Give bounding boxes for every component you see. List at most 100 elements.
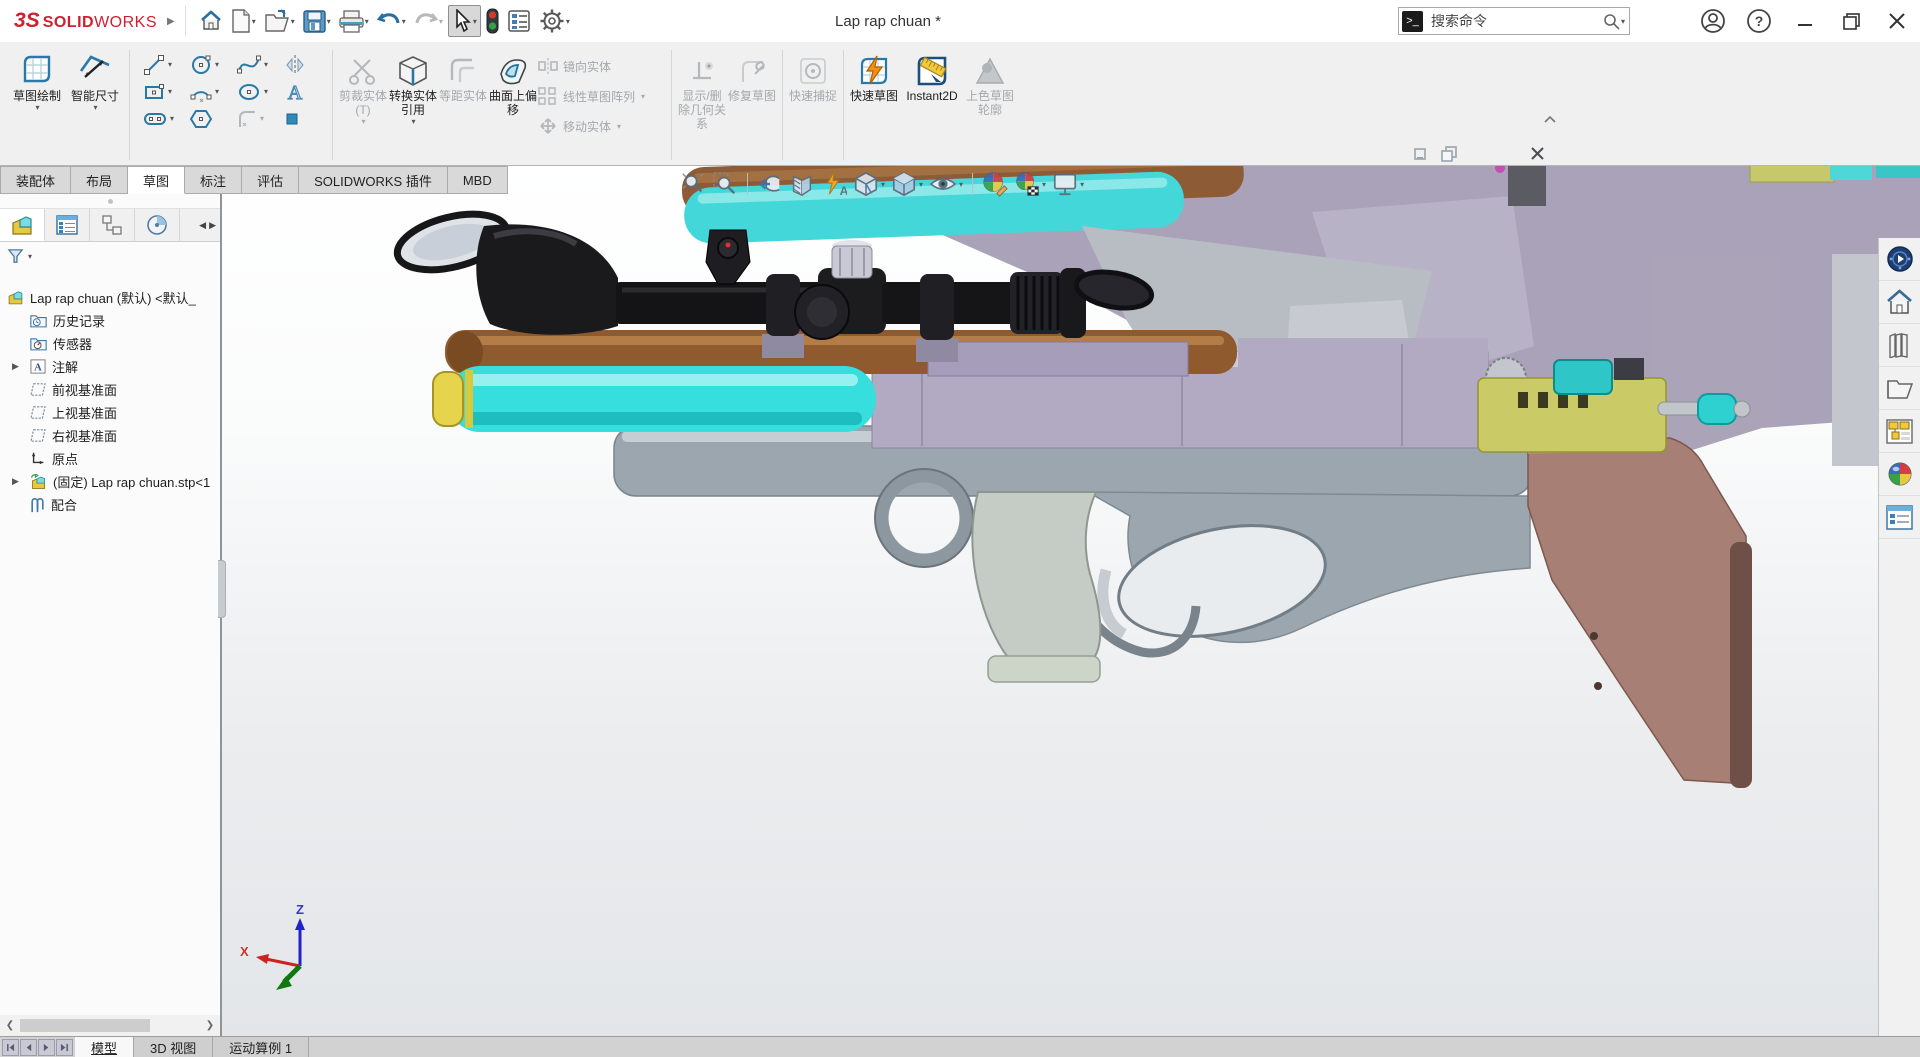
zoom-to-fit-button[interactable]	[680, 171, 706, 197]
doc-restore-icon[interactable]	[1441, 146, 1457, 162]
expand-arrow-icon[interactable]: ▶	[12, 476, 19, 487]
hide-show-items-button[interactable]: ▾	[929, 171, 963, 197]
scrollbar-thumb[interactable]	[20, 1019, 150, 1032]
rifle-chassis[interactable]	[613, 425, 1533, 683]
ellipse-tool[interactable]: ▾	[231, 82, 278, 102]
tree-item-history[interactable]: 历史记录	[0, 309, 220, 332]
offset-entities-button[interactable]: 等距实体	[438, 45, 488, 165]
filter-dropdown[interactable]: ▾	[28, 252, 32, 261]
convert-entities-button[interactable]: 转换实体引用 ▾	[388, 45, 438, 165]
document-close-control[interactable]	[1530, 146, 1545, 161]
mirror-sketch-tool[interactable]	[278, 54, 325, 76]
edit-appearance-button[interactable]	[982, 171, 1008, 197]
open-document-button[interactable]: ▾	[261, 4, 298, 38]
tab-model[interactable]: 模型	[75, 1037, 135, 1057]
next-tab-button[interactable]	[38, 1038, 55, 1056]
ribbon-collapse-icon[interactable]	[1544, 115, 1556, 123]
instant2d-button[interactable]: Instant2D	[899, 45, 965, 165]
tab-annotations[interactable]: 标注	[185, 166, 243, 194]
view-settings-button[interactable]: ▾	[1052, 171, 1084, 197]
help-button[interactable]: ?	[1736, 0, 1782, 42]
rifle-buttstock[interactable]	[1527, 428, 1752, 788]
zoom-to-area-button[interactable]	[712, 171, 738, 197]
circle-tool[interactable]: ▾	[184, 54, 231, 76]
spline-tool[interactable]: ▾	[231, 54, 278, 76]
rectangle-tool[interactable]: ▾	[137, 82, 184, 102]
panel-splitter-handle[interactable]	[218, 560, 226, 618]
section-view-button[interactable]	[789, 171, 815, 197]
tab-mbd[interactable]: MBD	[447, 166, 508, 194]
shaded-sketch-contours-button[interactable]: 上色草图轮廓	[965, 45, 1015, 165]
select-tool-button[interactable]: ▾	[447, 5, 481, 37]
mirror-entities-button[interactable]: 镜向实体	[538, 55, 666, 77]
search-input[interactable]	[1429, 12, 1603, 30]
tree-item-top-plane[interactable]: 上视基准面	[0, 401, 220, 424]
tab-layout[interactable]: 布局	[71, 166, 129, 194]
tree-item-annotations[interactable]: ▶ A 注解	[0, 355, 220, 378]
polygon-tool[interactable]	[184, 108, 231, 130]
tree-item-mates[interactable]: 配合	[0, 493, 220, 516]
custom-properties-button[interactable]	[1879, 496, 1920, 539]
slot-tool[interactable]: ▾	[137, 111, 184, 127]
undo-button[interactable]: ▾	[374, 4, 409, 38]
apply-scene-button[interactable]: ▾	[1014, 171, 1046, 197]
tab-evaluate[interactable]: 评估	[242, 166, 300, 194]
select-tool-dropdown[interactable]: ▾	[473, 17, 477, 26]
tab-motion-study[interactable]: 运动算例 1	[213, 1037, 310, 1057]
move-entities-button[interactable]: 移动实体 ▾	[538, 115, 666, 137]
tab-3d-views[interactable]: 3D 视图	[134, 1037, 214, 1057]
first-tab-button[interactable]	[2, 1038, 19, 1056]
tree-root-assembly[interactable]: Lap rap chuan (默认) <默认_	[0, 286, 220, 309]
display-pane-button[interactable]	[504, 4, 534, 38]
tree-item-front-plane[interactable]: 前视基准面	[0, 378, 220, 401]
view-palette-button[interactable]	[1879, 410, 1920, 453]
point-tool[interactable]	[278, 111, 325, 127]
new-document-button[interactable]: ▾	[228, 4, 259, 38]
featuremanager-tab[interactable]	[0, 209, 45, 241]
restore-button[interactable]	[1828, 0, 1874, 42]
panel-tab-scroll[interactable]: ◀ ▶	[180, 209, 220, 241]
scroll-right-icon[interactable]: ❯	[202, 1020, 218, 1031]
stoplight-button[interactable]	[483, 4, 502, 38]
filter-funnel-icon[interactable]	[7, 248, 24, 265]
tab-solidworks-addins[interactable]: SOLIDWORKS 插件	[299, 166, 448, 194]
search-dropdown[interactable]: ▾	[1621, 17, 1625, 26]
sketch-button[interactable]: 草图绘制 ▾	[8, 45, 66, 165]
search-icon[interactable]	[1603, 13, 1620, 30]
doc-minimize-icon[interactable]	[1412, 146, 1428, 162]
offset-on-surface-button[interactable]: 曲面上偏移	[488, 45, 538, 165]
trim-entities-button[interactable]: 剪裁实体(T) ▾	[338, 45, 388, 165]
close-button[interactable]	[1874, 0, 1920, 42]
view-orientation-button[interactable]: ▾	[853, 171, 885, 197]
tree-horizontal-scrollbar[interactable]: ❮ ❯	[0, 1015, 222, 1036]
tree-item-right-plane[interactable]: 右视基准面	[0, 424, 220, 447]
display-style-button[interactable]: ▾	[891, 171, 923, 197]
text-tool[interactable]: A	[278, 81, 325, 103]
account-button[interactable]	[1690, 0, 1736, 42]
fillet-tool[interactable]: ▾	[231, 109, 278, 129]
print-button[interactable]: ▾	[336, 4, 372, 38]
tree-item-origin[interactable]: 原点	[0, 447, 220, 470]
appearances-scenes-button[interactable]	[1879, 453, 1920, 496]
expand-arrow-icon[interactable]: ▶	[12, 361, 19, 372]
design-library-button[interactable]	[1879, 324, 1920, 367]
arc-tool[interactable]: ▾	[184, 82, 231, 102]
minimize-button[interactable]	[1782, 0, 1828, 42]
logo-flyout-icon[interactable]: ▶	[167, 16, 175, 27]
last-tab-button[interactable]	[56, 1038, 73, 1056]
air-cylinder[interactable]	[432, 366, 876, 432]
tab-sketch[interactable]: 草图	[128, 166, 186, 194]
tree-item-sensors[interactable]: 传感器	[0, 332, 220, 355]
linear-sketch-pattern-button[interactable]: 线性草图阵列 ▾	[538, 85, 666, 107]
previous-tab-button[interactable]	[20, 1038, 37, 1056]
taskpane-home-button[interactable]	[1879, 281, 1920, 324]
annotation-visibility-button[interactable]: A	[821, 171, 847, 197]
previous-view-button[interactable]	[757, 171, 783, 197]
repair-sketch-button[interactable]: 修复草图	[727, 45, 777, 165]
quick-snaps-button[interactable]: 快速捕捉	[788, 45, 838, 165]
rapid-sketch-button[interactable]: 快速草图	[849, 45, 899, 165]
home-button[interactable]	[196, 4, 226, 38]
configurationmanager-tab[interactable]	[90, 209, 135, 241]
scroll-left-icon[interactable]: ❮	[2, 1020, 18, 1031]
propertymanager-tab[interactable]	[45, 209, 90, 241]
